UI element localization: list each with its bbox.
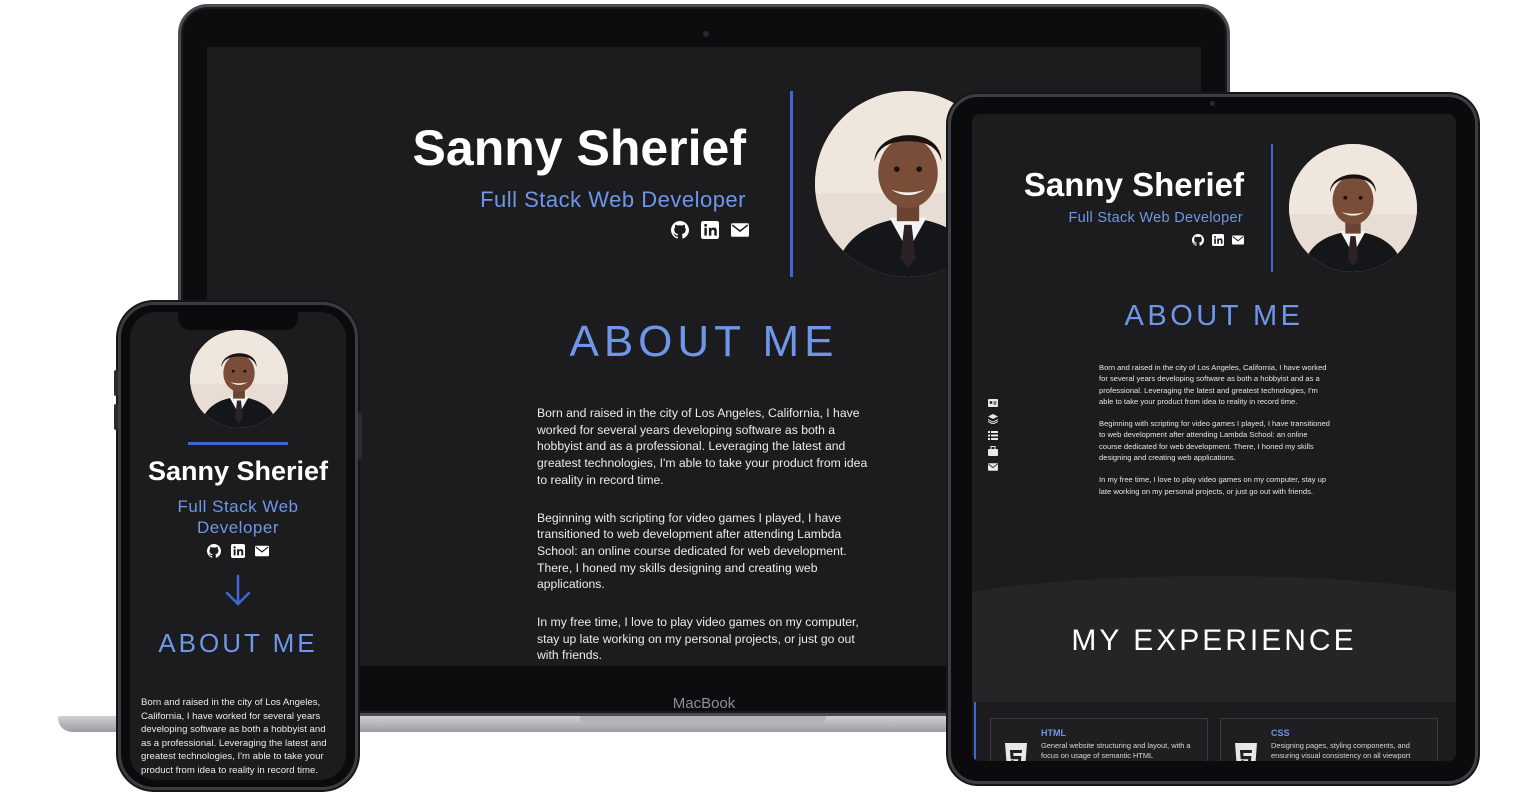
social-links (130, 544, 346, 558)
phone-notch (178, 312, 298, 330)
header-divider (1271, 144, 1273, 272)
phone-volume-button (114, 404, 118, 430)
list-icon[interactable] (988, 430, 998, 440)
about-title: ABOUT ME (1124, 300, 1304, 332)
social-links (1192, 234, 1244, 246)
id-card-icon[interactable] (988, 398, 998, 408)
laptop-hinge-notch (580, 716, 826, 724)
profile-role: Full Stack Web Developer (480, 187, 746, 212)
side-nav (988, 398, 998, 472)
card-description: General website structuring and layout, … (1041, 741, 1191, 760)
layers-icon[interactable] (988, 414, 998, 424)
html5-icon (1005, 743, 1027, 761)
profile-name: Sanny Sherief (147, 456, 329, 486)
about-paragraph: Beginning with scripting for video games… (1099, 419, 1330, 463)
linkedin-icon[interactable] (231, 544, 245, 558)
profile-role: Full Stack Web Developer (177, 497, 299, 537)
profile-name: Sanny Sherief (1023, 166, 1244, 203)
github-icon[interactable] (671, 221, 689, 239)
email-icon[interactable] (1232, 234, 1244, 246)
phone-screen: Sanny Sherief Full Stack Web Developer A… (130, 312, 346, 780)
profile-role: Full Stack Web Developer (1068, 210, 1243, 226)
css3-icon (1235, 743, 1257, 761)
profile-photo (190, 330, 288, 428)
card-description: Designing pages, styling components, and… (1271, 741, 1411, 760)
phone-volume-button (114, 370, 118, 396)
email-icon[interactable] (988, 462, 998, 472)
linkedin-icon[interactable] (701, 221, 719, 239)
github-icon[interactable] (207, 544, 221, 558)
experience-card[interactable]: CSS Designing pages, styling components,… (1220, 718, 1438, 761)
card-title: HTML (1041, 728, 1066, 738)
email-icon[interactable] (255, 544, 269, 558)
about-paragraph: In my free time, I love to play video ga… (537, 615, 859, 663)
arrow-down-icon[interactable] (224, 574, 252, 608)
about-text: Born and raised in the city of Los Angel… (1099, 362, 1331, 508)
about-paragraph: Born and raised in the city of Los Angel… (537, 406, 868, 487)
social-links (671, 221, 749, 239)
header-divider (188, 442, 288, 445)
phone-power-button (358, 412, 362, 460)
about-text: Born and raised in the city of Los Angel… (141, 697, 327, 776)
experience-card[interactable]: HTML General website structuring and lay… (990, 718, 1208, 761)
tablet-screen: Sanny Sherief Full Stack Web Developer A… (972, 114, 1456, 761)
card-title: CSS (1271, 728, 1290, 738)
briefcase-icon[interactable] (988, 446, 998, 456)
email-icon[interactable] (731, 221, 749, 239)
about-title: ABOUT ME (158, 628, 318, 658)
github-icon[interactable] (1192, 234, 1204, 246)
profile-name: Sanny Sherief (412, 120, 746, 176)
about-paragraph: Born and raised in the city of Los Angel… (1099, 363, 1327, 406)
experience-title: MY EXPERIENCE (1071, 624, 1357, 657)
camera-icon (1210, 101, 1215, 106)
about-text: Born and raised in the city of Los Angel… (537, 405, 877, 666)
about-paragraph: In my free time, I love to play video ga… (1099, 475, 1327, 496)
header-divider (790, 91, 793, 277)
linkedin-icon[interactable] (1212, 234, 1224, 246)
camera-icon (703, 31, 709, 37)
profile-photo (1289, 144, 1417, 272)
about-paragraph: Beginning with scripting for video games… (537, 510, 847, 592)
experience-accent (974, 702, 976, 761)
